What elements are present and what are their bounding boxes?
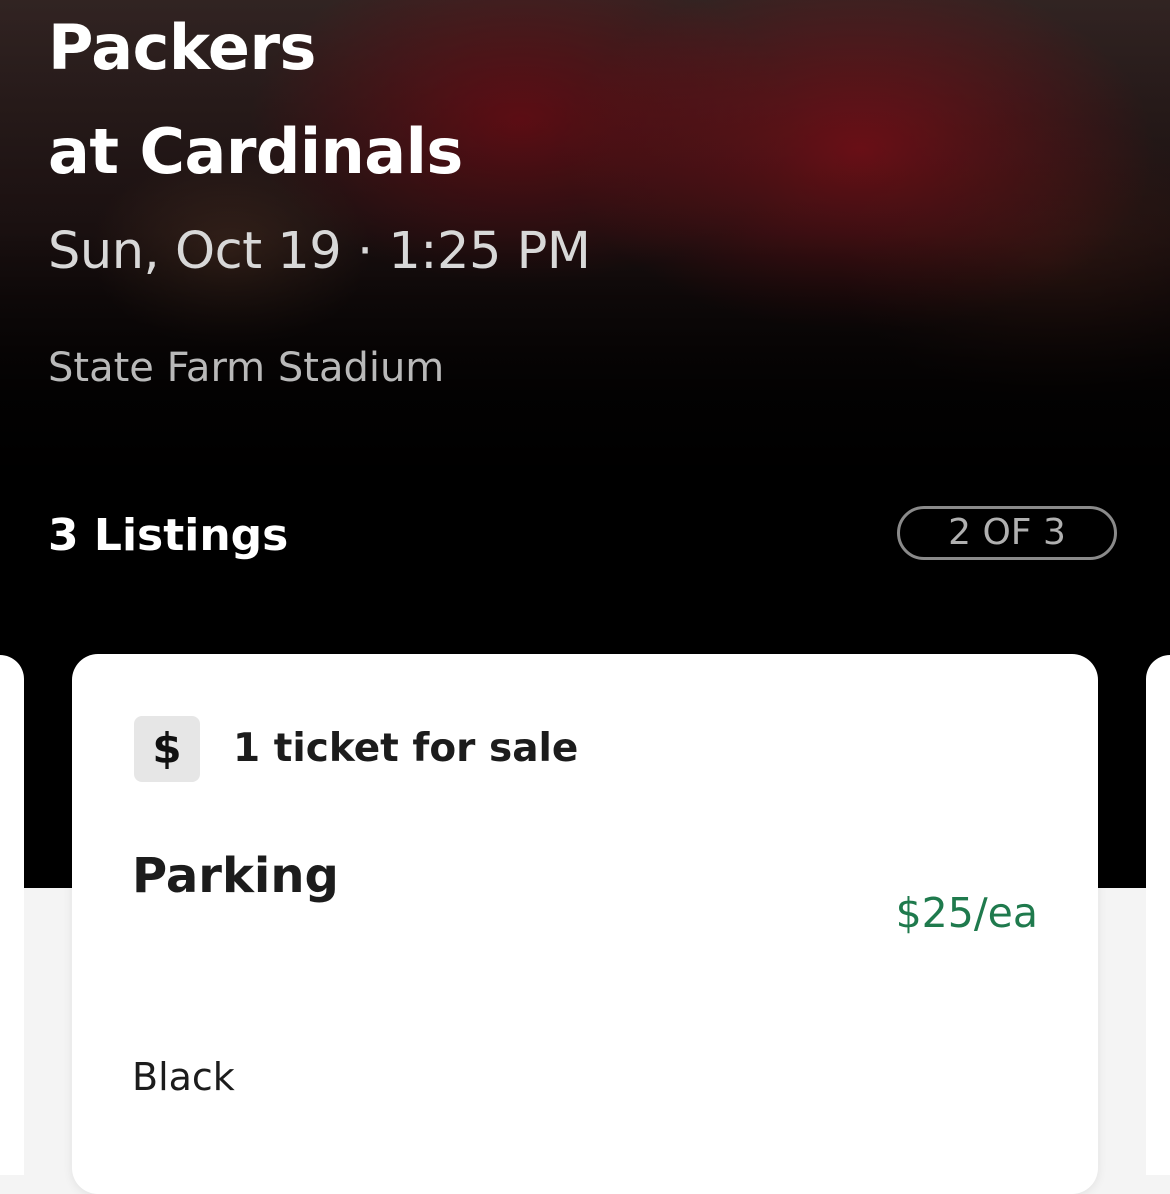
tickets-for-sale-label: 1 ticket for sale [233, 726, 579, 771]
tickets-for-sale-row: $ 1 ticket for sale [134, 716, 578, 782]
event-title-line1: Packers [48, 11, 316, 84]
listing-price: $25/ea [895, 889, 1038, 937]
listing-card[interactable]: $ 1 ticket for sale Parking $25/ea Black [72, 654, 1098, 1194]
event-title-line2: at Cardinals [48, 115, 463, 188]
listing-pager-indicator[interactable]: 2 OF 3 [897, 506, 1117, 560]
event-title: Packers at Cardinals [48, 0, 463, 204]
listing-detail: Black [132, 1055, 235, 1099]
listing-section: Parking [132, 848, 339, 904]
listings-count: 3 Listings [48, 510, 289, 561]
event-datetime: Sun, Oct 19 · 1:25 PM [48, 222, 591, 281]
previous-listing-card[interactable] [0, 655, 24, 1175]
event-venue: State Farm Stadium [48, 345, 445, 391]
next-listing-card[interactable] [1146, 655, 1170, 1175]
dollar-icon: $ [134, 716, 200, 782]
